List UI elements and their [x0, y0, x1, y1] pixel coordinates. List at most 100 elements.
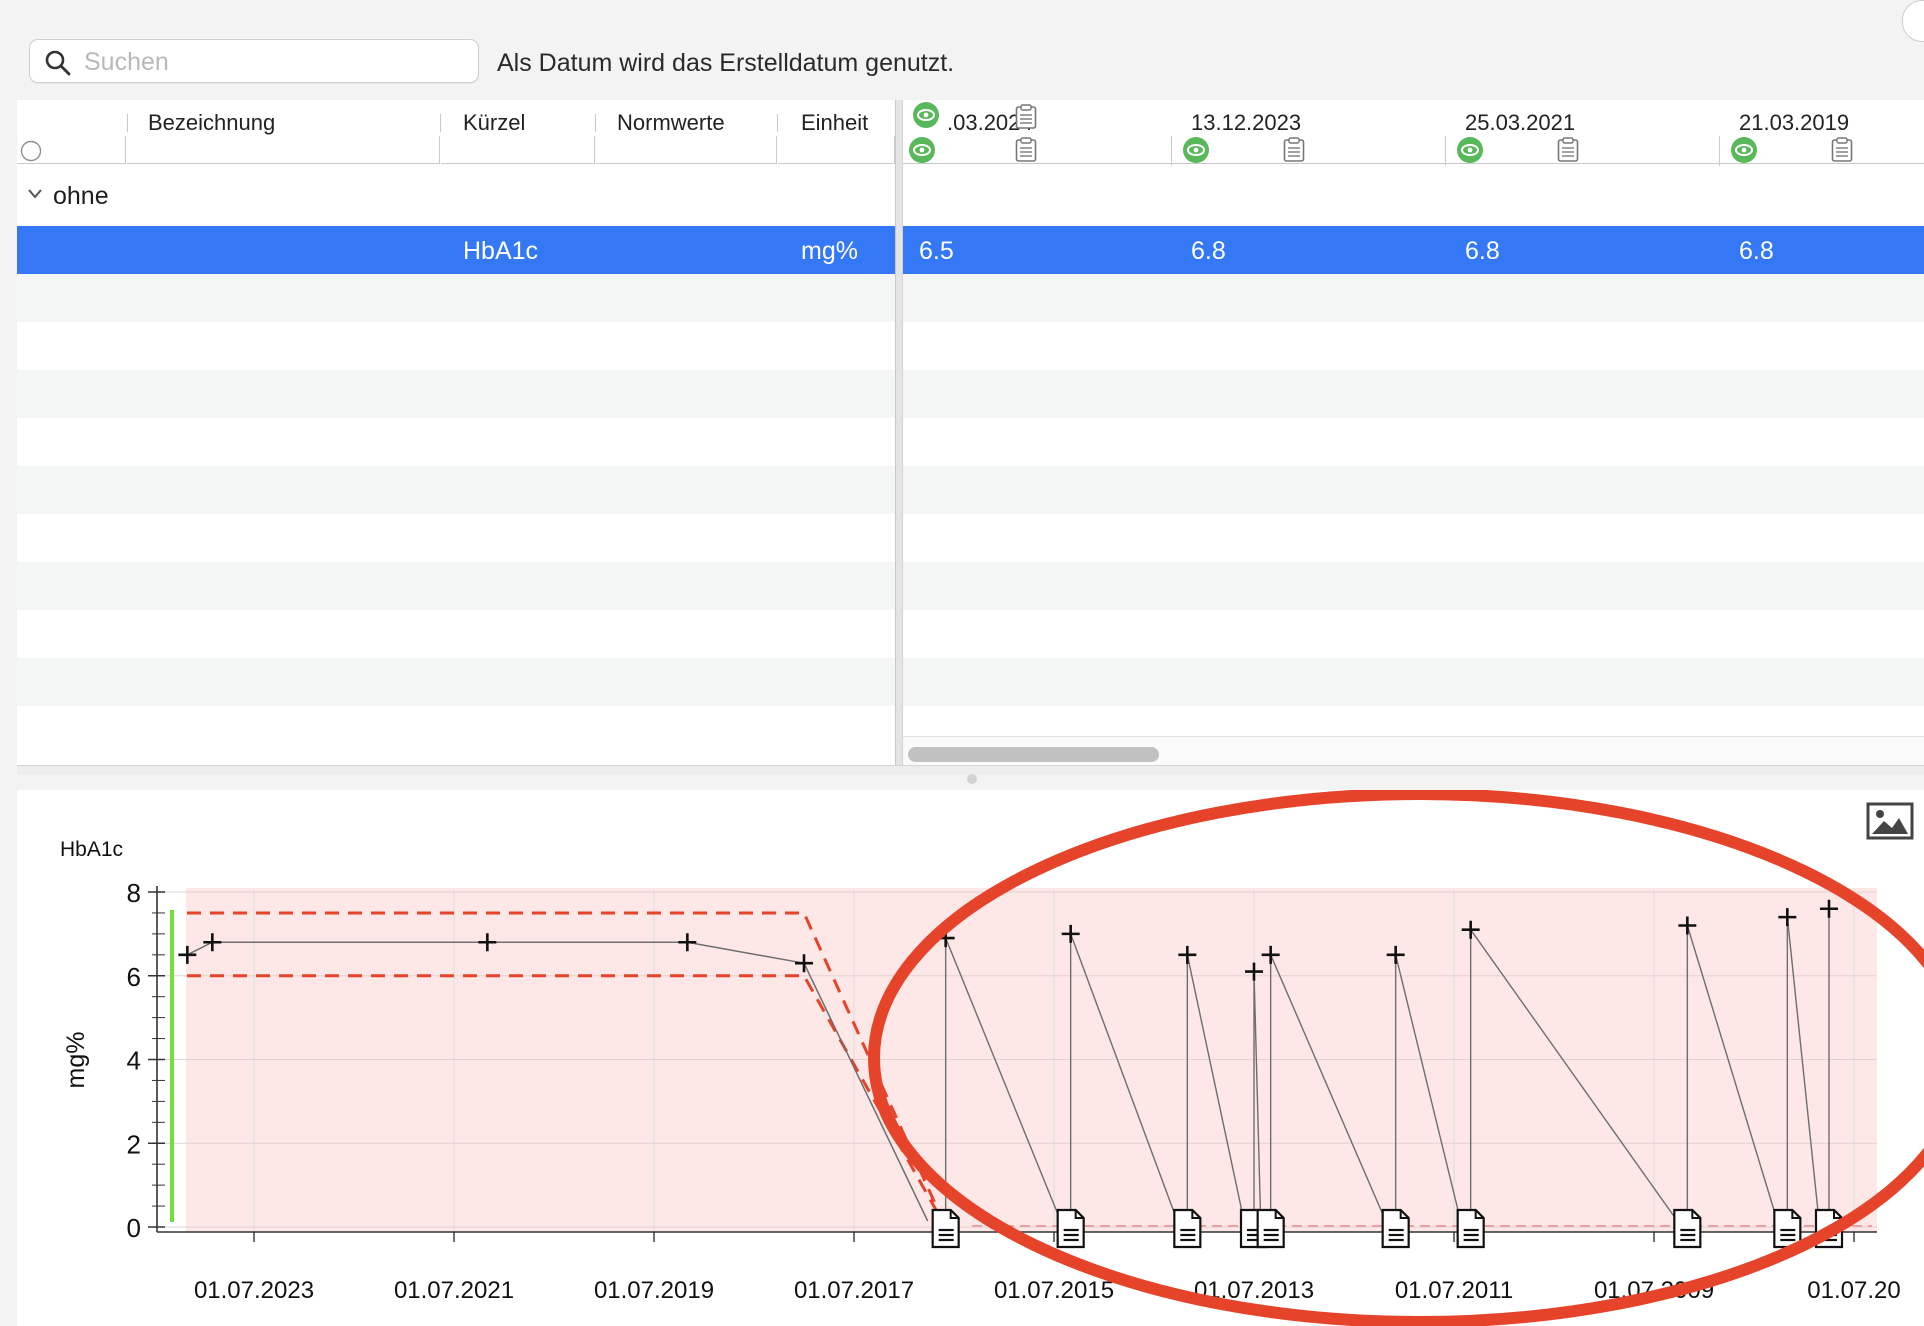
pane-splitter[interactable]: [895, 100, 903, 765]
document-icon: [1056, 1208, 1085, 1249]
table-row: [17, 322, 895, 370]
document-icon-body: [1256, 1208, 1285, 1249]
eye-icon[interactable]: [1183, 137, 1209, 163]
date-column-filter[interactable]: [1446, 136, 1719, 164]
column-header-normwerte[interactable]: Normwerte: [617, 110, 725, 136]
image-export-icon[interactable]: [1866, 802, 1914, 840]
y-axis-label: mg%: [62, 1032, 90, 1089]
table-row: [903, 466, 1924, 514]
lab-table-dates: .03.2024 13.12.2023 25.03.2021 21.03.201…: [903, 100, 1924, 765]
document-icon: [1381, 1208, 1410, 1249]
window-corner-button[interactable]: [1902, 0, 1924, 42]
chevron-down-icon[interactable]: [27, 188, 43, 200]
document-icon-body: [1773, 1208, 1802, 1249]
eye-icon[interactable]: [909, 137, 935, 163]
table-row: [903, 562, 1924, 610]
date-column-header[interactable]: 25.03.2021: [1465, 110, 1575, 136]
cell-kuerzel: HbA1c: [463, 237, 539, 265]
column-header-einheit[interactable]: Einheit: [801, 110, 868, 136]
eye-icon[interactable]: [1731, 137, 1757, 163]
table-row: [17, 610, 895, 658]
table-row: [17, 514, 895, 562]
document-icon-body: [1381, 1208, 1410, 1249]
scrollbar-thumb[interactable]: [908, 747, 1159, 762]
document-icon-body: [1456, 1208, 1485, 1249]
filter-field-bezeichnung[interactable]: [127, 136, 440, 164]
x-tick-label: 01.07.2015: [994, 1277, 1114, 1304]
hba1c-chart: 01.07.2023 01.07.2021 01.07.2019 01.07.2017…: [60, 790, 1924, 1326]
table-row: [903, 418, 1924, 466]
filter-field-normwerte[interactable]: [596, 136, 777, 164]
eye-icon[interactable]: [913, 102, 939, 128]
document-icon: [1773, 1208, 1802, 1249]
document-icon: [1256, 1208, 1285, 1249]
table-row: [903, 322, 1924, 370]
table-row: [903, 658, 1924, 706]
x-tick-label: 01.07.2021: [394, 1277, 514, 1304]
horizontal-scrollbar[interactable]: [903, 736, 1924, 765]
clipboard-icon[interactable]: [1015, 104, 1037, 130]
document-icon-body: [1056, 1208, 1085, 1249]
date-column-filter[interactable]: [903, 136, 1171, 164]
clipboard-icon[interactable]: [1015, 137, 1037, 163]
search-icon: [45, 50, 71, 76]
filter-field-einheit[interactable]: [778, 136, 895, 164]
table-row: [17, 370, 895, 418]
table-row: [17, 658, 895, 706]
filter-field-kuerzel[interactable]: [441, 136, 595, 164]
document-icon-body: [1173, 1208, 1202, 1249]
table-row: [903, 274, 1924, 322]
clipboard-icon[interactable]: [1831, 137, 1853, 163]
document-icon: [1173, 1208, 1202, 1249]
table-row: [17, 466, 895, 514]
y-tick-label: 4: [127, 1046, 141, 1076]
eye-icon[interactable]: [1457, 137, 1483, 163]
value-cell[interactable]: 6.8: [1191, 237, 1226, 266]
column-header-bezeichnung[interactable]: Bezeichnung: [148, 110, 275, 136]
group-label: ohne: [53, 182, 109, 210]
group-row-spacer: [903, 168, 1924, 226]
y-tick-label: 8: [127, 878, 141, 908]
value-cell[interactable]: 6.8: [1739, 237, 1774, 266]
lab-table-left: Bezeichnung Kürzel Normwerte Einheit ohn…: [17, 100, 895, 765]
table-row-selected-values[interactable]: 6.5 6.8 6.8 6.8: [903, 226, 1924, 274]
table-row: [17, 418, 895, 466]
document-icon: [1673, 1208, 1702, 1249]
column-header-kuerzel[interactable]: Kürzel: [463, 110, 525, 136]
search-placeholder: Suchen: [84, 48, 169, 76]
date-header: .03.2024 13.12.2023 25.03.2021 21.03.201…: [903, 100, 1924, 169]
date-column-header[interactable]: 13.12.2023: [1191, 110, 1301, 136]
clipboard-icon[interactable]: [1283, 137, 1305, 163]
y-tick-label: 0: [127, 1213, 141, 1243]
cell-einheit: mg%: [801, 237, 858, 265]
splitter-grip[interactable]: [967, 774, 977, 784]
x-tick-label: 01.07.2023: [194, 1277, 314, 1304]
document-icon-body: [1673, 1208, 1702, 1249]
filter-field-select[interactable]: [17, 136, 126, 164]
table-row: [903, 610, 1924, 658]
table-header: Bezeichnung Kürzel Normwerte Einheit: [17, 100, 895, 169]
date-info-text: Als Datum wird das Erstelldatum genutzt.: [497, 49, 955, 77]
table-row: [903, 370, 1924, 418]
x-tick-label: 01.07.2011: [1395, 1277, 1513, 1304]
x-tick-label: 01.07.2017: [794, 1277, 914, 1304]
y-tick-label: 6: [127, 962, 141, 992]
table-row: [17, 706, 895, 754]
document-icon: [1456, 1208, 1485, 1249]
table-row: [903, 514, 1924, 562]
table-row: [17, 274, 895, 322]
chart-panel: 01.07.2023 01.07.2021 01.07.2019 01.07.2017…: [17, 790, 1924, 1326]
x-tick-label: 01.07.2019: [594, 1277, 714, 1304]
date-column-filter[interactable]: [1172, 136, 1445, 164]
clipboard-icon[interactable]: [1557, 137, 1579, 163]
value-cell[interactable]: 6.5: [919, 237, 954, 266]
x-tick-label: 01.07.20: [1807, 1277, 1900, 1304]
group-row-ohne[interactable]: ohne: [17, 168, 895, 226]
value-cell[interactable]: 6.8: [1465, 237, 1500, 266]
chart-title: HbA1c: [60, 838, 123, 861]
date-column-header[interactable]: 21.03.2019: [1739, 110, 1849, 136]
table-row-selected[interactable]: HbA1c mg%: [17, 226, 895, 274]
table-row: [17, 562, 895, 610]
y-tick-label: 2: [127, 1129, 141, 1159]
search-input[interactable]: Suchen: [29, 39, 479, 83]
